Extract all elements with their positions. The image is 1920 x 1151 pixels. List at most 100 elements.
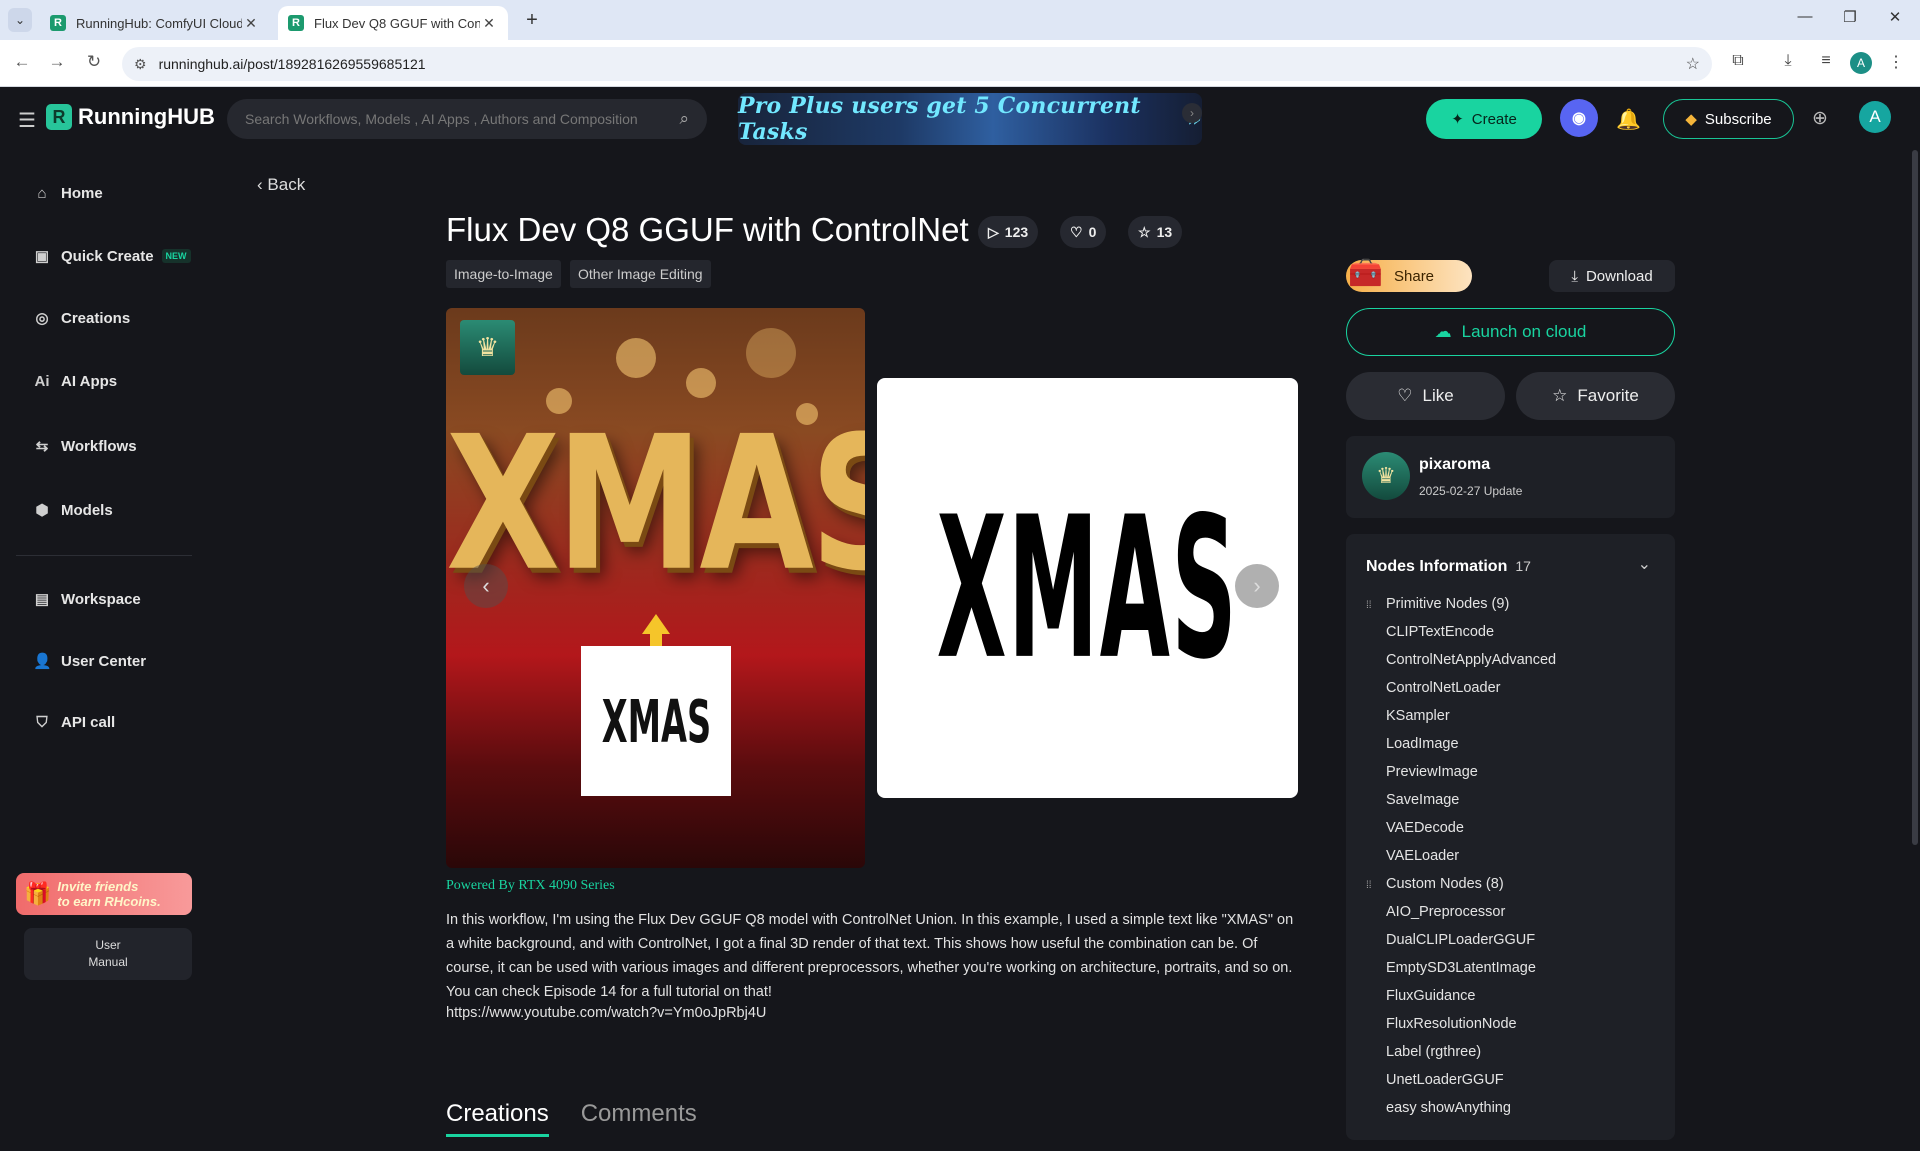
reload-icon[interactable]: ↻	[82, 52, 106, 72]
manual-line1: User	[95, 938, 121, 952]
downloads-icon[interactable]: ⤓	[1776, 52, 1800, 70]
sidebar-item-quick-create[interactable]: ▣ Quick Create NEW	[33, 247, 191, 265]
node-item: AIO_Preprocessor	[1386, 904, 1506, 920]
result-image[interactable]: ♛ XMAS XMAS	[446, 308, 865, 868]
url-input[interactable]: ⚙ runninghub.ai/post/1892816269559685121…	[122, 47, 1712, 81]
avatar[interactable]: A	[1859, 101, 1891, 133]
sidebar-item-user-center[interactable]: 👤 User Center	[33, 652, 146, 671]
node-item: easy showAnything	[1386, 1100, 1511, 1116]
bookmark-star-icon[interactable]: ☆	[1686, 54, 1700, 74]
search-icon[interactable]: ⌕	[679, 109, 689, 129]
back-label: Back	[267, 175, 306, 194]
home-icon: ⌂	[37, 185, 47, 202]
subscribe-button[interactable]: ◆ Subscribe	[1663, 99, 1794, 139]
runs-stat: ▷ 123	[978, 216, 1039, 248]
sidebar-item-models[interactable]: ⬢ Models	[33, 501, 112, 520]
sidebar-item-home[interactable]: ⌂ Home	[33, 185, 103, 202]
sidebar-item-ai-apps[interactable]: Ai AI Apps	[33, 373, 118, 390]
sidebar-item-label: Home	[61, 185, 103, 202]
media-icon[interactable]: ≡	[1814, 52, 1838, 70]
new-tab-icon[interactable]: +	[520, 8, 544, 32]
like-button[interactable]: ♡ Like	[1346, 372, 1505, 420]
likes-count: 0	[1088, 224, 1097, 240]
banner-next-icon[interactable]: ›	[1182, 103, 1202, 123]
node-group-primitive[interactable]: Primitive Nodes (9)	[1386, 596, 1509, 612]
sidebar-item-workflows[interactable]: ⇆ Workflows	[33, 437, 137, 456]
carousel-next-icon[interactable]: ›	[1235, 564, 1279, 608]
nodes-heading-label: Nodes Information	[1366, 558, 1508, 575]
api-call-icon: ⛉	[36, 714, 48, 731]
notification-bell-icon[interactable]: 🔔	[1616, 107, 1641, 132]
runninghub-favicon-icon: R	[50, 15, 66, 31]
tab-comments[interactable]: Comments	[581, 1100, 697, 1137]
forward-arrow-icon[interactable]: →	[45, 52, 69, 72]
page-scrollbar[interactable]	[1912, 150, 1918, 845]
input-thumbnail: XMAS	[581, 646, 731, 796]
language-icon[interactable]: ⊕	[1812, 107, 1828, 130]
invite-friends-banner[interactable]: 🎁 Invite friends to earn RHcoins.	[16, 873, 192, 915]
node-item: VAEDecode	[1386, 820, 1464, 836]
close-tab-icon[interactable]: ✕	[480, 15, 498, 32]
xmas-3d-text: XMAS	[446, 396, 865, 612]
workflows-icon: ⇆	[35, 438, 49, 455]
node-item: FluxResolutionNode	[1386, 1016, 1517, 1032]
tab-search-dropdown-icon[interactable]: ⌄	[8, 8, 32, 32]
nodes-count: 17	[1515, 558, 1531, 574]
create-button[interactable]: ✦ Create	[1426, 99, 1542, 139]
logo[interactable]: R RunningHUB	[46, 104, 215, 130]
sidebar-item-api-call[interactable]: ⛉ API call	[33, 714, 115, 731]
restore-icon[interactable]: ❐	[1835, 8, 1865, 26]
content-tabs: Creations Comments	[446, 1100, 697, 1137]
back-arrow-icon[interactable]: ←	[10, 52, 34, 72]
author-card[interactable]: ♛ pixaroma 2025-02-27 Update	[1346, 436, 1675, 518]
tag-other-image-editing[interactable]: Other Image Editing	[570, 260, 711, 288]
node-item: SaveImage	[1386, 792, 1460, 808]
back-link[interactable]: ‹ Back	[257, 175, 305, 195]
author-avatar[interactable]: ♛	[1362, 452, 1410, 500]
author-name[interactable]: pixaroma	[1419, 456, 1490, 474]
sidebar-item-label: Workspace	[61, 590, 141, 608]
sidebar-item-label: Creations	[61, 309, 131, 327]
download-button[interactable]: ⤓ Download	[1549, 260, 1675, 292]
extensions-icon[interactable]: ⧉	[1726, 52, 1750, 70]
browser-tab-runninghub[interactable]: R RunningHub: ComfyUI Cloud, C ✕	[40, 6, 270, 40]
runs-count: 123	[1004, 224, 1029, 240]
carousel-prev-icon[interactable]: ‹	[464, 564, 508, 608]
search-input[interactable]: Search Workflows, Models , AI Apps , Aut…	[227, 99, 707, 139]
chevron-left-icon: ‹	[257, 175, 263, 194]
promo-banner[interactable]: Pro Plus users get 5 Concurrent Tasks »	[738, 93, 1202, 145]
favorites-count: 13	[1156, 224, 1173, 240]
nodes-information-panel: Nodes Information 17 ⌄ ⁞⁞ Primitive Nodes…	[1346, 534, 1675, 1140]
discord-icon[interactable]: ◉	[1560, 99, 1598, 137]
youtube-link[interactable]: https://www.youtube.com/watch?v=Ym0oJpRb…	[446, 1005, 766, 1021]
menu-icon[interactable]: ☰	[18, 108, 36, 133]
user-manual-button[interactable]: User Manual	[24, 928, 192, 980]
heart-icon: ♡	[1070, 223, 1083, 240]
ai-apps-icon: Ai	[34, 373, 50, 390]
manual-line2: Manual	[88, 955, 128, 969]
favorite-button[interactable]: ☆ Favorite	[1516, 372, 1675, 420]
node-group-custom[interactable]: Custom Nodes (8)	[1386, 876, 1504, 892]
url-text: runninghub.ai/post/1892816269559685121	[158, 56, 426, 72]
close-window-icon[interactable]: ✕	[1880, 8, 1910, 26]
minimize-icon[interactable]: —	[1790, 8, 1820, 25]
browser-tab-flux[interactable]: R Flux Dev Q8 GGUF with Control ✕	[278, 6, 508, 40]
launch-label: Launch on cloud	[1461, 322, 1587, 341]
browser-profile-avatar[interactable]: A	[1850, 52, 1872, 74]
powered-by-label: Powered By RTX 4090 Series	[446, 878, 615, 893]
sidebar-item-workspace[interactable]: ▤ Workspace	[33, 590, 141, 609]
bokeh-light	[616, 338, 656, 378]
close-tab-icon[interactable]: ✕	[242, 15, 260, 32]
sidebar-divider	[16, 555, 192, 556]
tag-image-to-image[interactable]: Image-to-Image	[446, 260, 561, 288]
author-update-date: 2025-02-27 Update	[1419, 484, 1523, 498]
workspace-icon: ▤	[34, 591, 50, 608]
sidebar-item-creations[interactable]: ◎ Creations	[33, 309, 131, 328]
invite-line2: to earn RHcoins.	[57, 894, 161, 909]
tab-creations[interactable]: Creations	[446, 1100, 549, 1137]
browser-menu-icon[interactable]: ⋮	[1884, 52, 1908, 72]
site-info-icon[interactable]: ⚙	[134, 56, 147, 73]
chevron-down-icon[interactable]: ⌄	[1638, 554, 1651, 574]
sidebar-item-label: Quick Create	[61, 247, 154, 265]
launch-on-cloud-button[interactable]: ☁ Launch on cloud	[1346, 308, 1675, 356]
